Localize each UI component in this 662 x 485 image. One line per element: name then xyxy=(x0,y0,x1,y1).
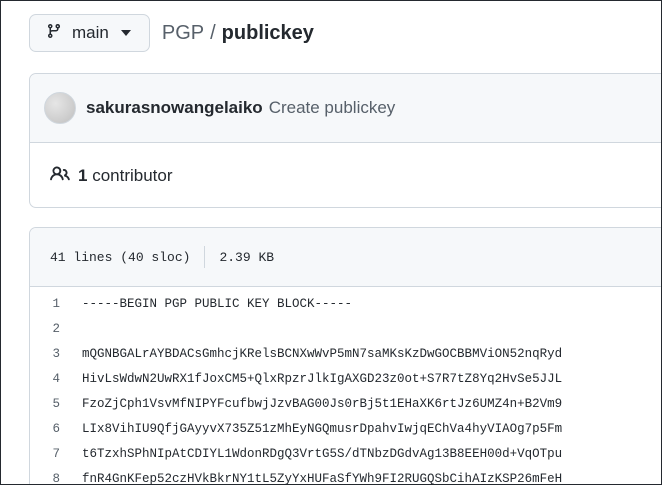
commit-row: sakurasnowangelaiko Create publickey xyxy=(30,74,661,143)
line-content: LIx8VihIU9QfjGAyyvX735Z51zMhEyNGQmusrDpa… xyxy=(82,421,563,436)
line-content: HivLsWdwN2UwRX1fJoxCM5+QlxRpzrJlkIgAXGD2… xyxy=(82,371,563,386)
code-line: 1 -----BEGIN PGP PUBLIC KEY BLOCK----- xyxy=(30,291,661,316)
breadcrumb: PGP / publickey xyxy=(162,22,314,45)
caret-down-icon xyxy=(120,30,131,36)
commit-message-link[interactable]: Create publickey xyxy=(269,98,396,118)
code-line: 8 fnR4GnKFep52czHVkBkrNY1tL5ZyYxHUFaSfYWh… xyxy=(30,466,661,485)
line-number[interactable]: 5 xyxy=(30,397,82,411)
contributor-label: contributor xyxy=(92,166,173,185)
file-viewer: 41 lines (40 sloc) 2.39 KB 1 -----BEGIN P… xyxy=(29,227,661,485)
breadcrumb-repo-link[interactable]: PGP xyxy=(162,22,204,45)
line-content: -----BEGIN PGP PUBLIC KEY BLOCK----- xyxy=(82,296,353,311)
latest-commit-box: sakurasnowangelaiko Create publickey 1 c… xyxy=(29,73,661,209)
file-info-header: 41 lines (40 sloc) 2.39 KB xyxy=(30,228,661,287)
line-number[interactable]: 3 xyxy=(30,347,82,361)
line-number[interactable]: 2 xyxy=(30,322,82,336)
code-line: 4 HivLsWdwN2UwRX1fJoxCM5+QlxRpzrJlkIgAXGD… xyxy=(30,366,661,391)
people-icon xyxy=(50,164,70,189)
git-branch-icon xyxy=(46,23,62,44)
contributor-count: 1 xyxy=(78,166,88,185)
code-line: 7 t6TzxhSPhNIpAtCDIYL1WdonRDgQ3VrtG5S/dTN… xyxy=(30,441,661,466)
code-line: 2 xyxy=(30,316,661,341)
line-number[interactable]: 1 xyxy=(30,297,82,311)
avatar[interactable] xyxy=(44,92,76,124)
line-content: t6TzxhSPhNIpAtCDIYL1WdonRDgQ3VrtG5S/dTNb… xyxy=(82,446,563,461)
file-size: 2.39 KB xyxy=(219,249,275,265)
line-number[interactable]: 4 xyxy=(30,372,82,386)
code-line: 5 FzoZjCph1VsvMfNIPYFcufbwjJzvBAG00Js0rBj… xyxy=(30,391,661,416)
contributors-row[interactable]: 1 contributor xyxy=(30,143,661,209)
line-number[interactable]: 8 xyxy=(30,472,82,485)
line-content: mQGNBGALrAYBDACsGmhcjKRelsBCNXwWvP5mN7sa… xyxy=(82,346,563,361)
line-content: fnR4GnKFep52czHVkBkrNY1tL5ZyYxHUFaSfYWh9… xyxy=(82,471,563,485)
line-number[interactable]: 6 xyxy=(30,422,82,436)
branch-selector-button[interactable]: main xyxy=(29,14,150,52)
branch-label: main xyxy=(72,23,109,42)
top-bar: main PGP / publickey xyxy=(29,13,314,53)
breadcrumb-separator: / xyxy=(210,21,216,44)
line-content: FzoZjCph1VsvMfNIPYFcufbwjJzvBAG00Js0rBj5… xyxy=(82,396,563,411)
breadcrumb-file-name: publickey xyxy=(221,21,314,44)
line-count: 41 lines (40 sloc) xyxy=(50,249,191,265)
code-line: 3 mQGNBGALrAYBDACsGmhcjKRelsBCNXwWvP5mN7s… xyxy=(30,341,661,366)
line-number[interactable]: 7 xyxy=(30,447,82,461)
code-body: 1 -----BEGIN PGP PUBLIC KEY BLOCK----- 2 3 m… xyxy=(30,287,661,485)
header-divider xyxy=(204,246,206,268)
page-frame: main PGP / publickey sakurasnowangelaiko… xyxy=(0,0,662,485)
code-line: 6 LIx8VihIU9QfjGAyyvX735Z51zMhEyNGQmusrDp… xyxy=(30,416,661,441)
commit-author-link[interactable]: sakurasnowangelaiko xyxy=(86,98,263,118)
